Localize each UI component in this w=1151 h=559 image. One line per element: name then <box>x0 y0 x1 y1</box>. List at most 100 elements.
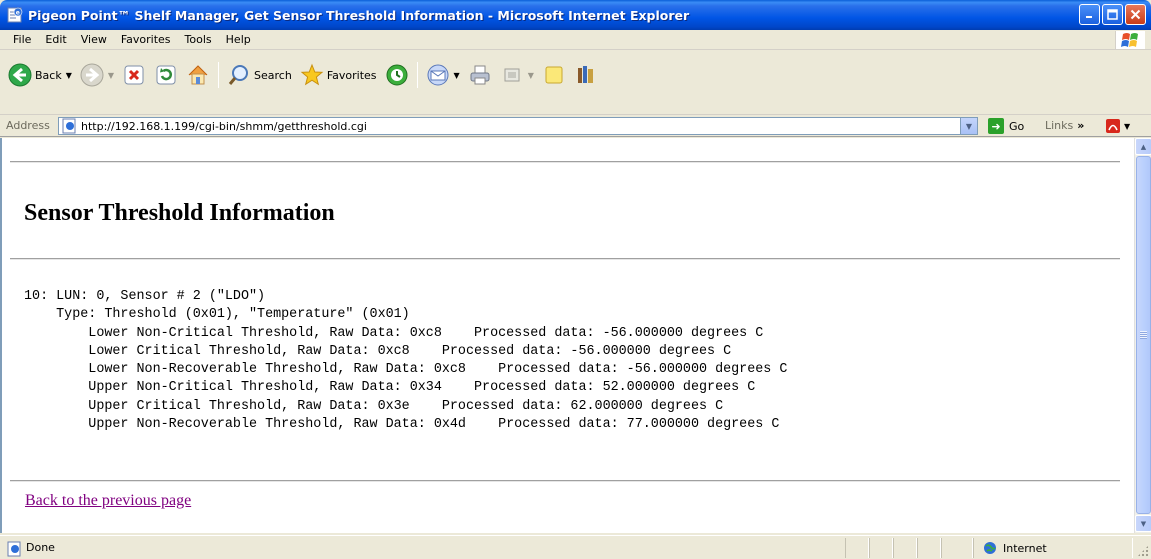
stop-button[interactable] <box>118 60 150 90</box>
threshold-line: Upper Critical Threshold, Raw Data: 0x3e… <box>24 398 724 414</box>
resize-grip-icon[interactable] <box>1137 545 1149 557</box>
status-panel <box>845 538 869 558</box>
address-url: http://192.168.1.199/cgi-bin/shmm/getthr… <box>81 119 367 133</box>
address-input[interactable]: http://192.168.1.199/cgi-bin/shmm/getthr… <box>58 117 978 135</box>
chevron-down-icon[interactable]: ▼ <box>528 71 534 80</box>
back-button[interactable]: Back ▼ <box>4 60 76 90</box>
sensor-type: Type: Threshold (0x01), "Temperature" (0… <box>24 307 410 323</box>
menu-help[interactable]: Help <box>219 33 258 46</box>
menu-file[interactable]: File <box>6 33 38 46</box>
threshold-line: Upper Non-Recoverable Threshold, Raw Dat… <box>24 417 780 433</box>
security-zone: Internet <box>983 541 1047 555</box>
go-arrow-icon: ➜ <box>988 118 1004 134</box>
discuss-button[interactable] <box>538 60 570 90</box>
page-content: Sensor Threshold Information 10: LUN: 0,… <box>0 138 1151 533</box>
scroll-thumb[interactable] <box>1136 156 1151 514</box>
favorites-label: Favorites <box>326 68 377 82</box>
print-button[interactable] <box>464 60 496 90</box>
search-label: Search <box>254 68 292 82</box>
scroll-down-button[interactable]: ▼ <box>1135 515 1151 532</box>
go-button[interactable]: ➜ Go <box>988 118 1024 134</box>
mail-icon <box>427 64 449 86</box>
chevron-down-icon[interactable]: ▼ <box>960 118 977 134</box>
links-label: Links <box>1045 119 1074 132</box>
back-label: Back <box>35 68 62 82</box>
ie-page-icon: e <box>7 7 23 23</box>
window-controls <box>1079 4 1146 25</box>
home-button[interactable] <box>182 60 214 90</box>
edit-page-icon <box>504 68 520 82</box>
refresh-icon <box>156 65 176 85</box>
minimize-button[interactable] <box>1079 4 1100 25</box>
go-label: Go <box>1009 119 1025 133</box>
maximize-button[interactable] <box>1102 4 1123 25</box>
windows-logo-icon <box>1115 31 1145 49</box>
sensor-info: 10: LUN: 0, Sensor # 2 ("LDO") Type: Thr… <box>24 288 787 434</box>
threshold-line: Lower Critical Threshold, Raw Data: 0xc8… <box>24 343 732 359</box>
status-panel <box>941 538 973 558</box>
chevron-down-icon[interactable]: ▼ <box>66 71 72 80</box>
acrobat-icon <box>1106 119 1120 133</box>
status-panel <box>917 538 941 558</box>
search-icon <box>228 65 249 85</box>
chevron-down-icon[interactable]: ▼ <box>108 71 114 80</box>
page-icon <box>7 541 21 557</box>
printer-icon <box>470 65 490 85</box>
page-icon <box>62 118 76 134</box>
vertical-scrollbar[interactable]: ▲ ▼ <box>1134 138 1151 533</box>
note-icon <box>545 66 563 84</box>
close-button[interactable] <box>1125 4 1146 25</box>
mail-button[interactable]: ▼ <box>422 60 464 90</box>
address-label: Address <box>6 119 50 132</box>
horizontal-rule <box>10 258 1120 260</box>
menu-tools[interactable]: Tools <box>178 33 219 46</box>
page-heading: Sensor Threshold Information <box>24 200 335 226</box>
toolbar-separator <box>416 62 418 88</box>
menu-favorites[interactable]: Favorites <box>114 33 178 46</box>
status-panel <box>893 538 917 558</box>
window-title: Pigeon Point™ Shelf Manager, Get Sensor … <box>28 7 690 23</box>
scroll-up-button[interactable]: ▲ <box>1135 138 1151 155</box>
menu-bar: File Edit View Favorites Tools Help <box>0 30 1151 50</box>
threshold-line: Upper Non-Critical Threshold, Raw Data: … <box>24 380 756 396</box>
stop-icon <box>124 65 144 85</box>
forward-arrow-icon <box>80 63 104 87</box>
horizontal-rule <box>10 480 1120 482</box>
address-bar: Address http://192.168.1.199/cgi-bin/shm… <box>0 115 1151 137</box>
svg-text:e: e <box>16 10 20 17</box>
links-button[interactable]: Links » <box>1045 119 1084 132</box>
chevron-down-icon[interactable]: ▼ <box>1124 122 1130 131</box>
acrobat-button[interactable]: ▼ <box>1105 118 1130 134</box>
standard-toolbar: Back ▼ ▼ Search Favorites ▼ ▼ <box>0 51 1151 115</box>
research-book-icon <box>577 66 593 83</box>
history-button[interactable] <box>381 60 413 90</box>
menu-edit[interactable]: Edit <box>38 33 73 46</box>
chevron-down-icon[interactable]: ▼ <box>454 71 460 80</box>
horizontal-rule <box>10 161 1120 163</box>
grip-icon <box>1140 331 1147 339</box>
history-icon <box>386 64 408 86</box>
edit-button[interactable]: ▼ <box>496 60 538 90</box>
document: Sensor Threshold Information 10: LUN: 0,… <box>8 138 1122 533</box>
back-arrow-icon <box>8 63 32 87</box>
forward-button[interactable]: ▼ <box>76 60 118 90</box>
status-panel <box>869 538 893 558</box>
search-button[interactable]: Search <box>223 60 296 90</box>
status-bar: Done Internet <box>0 535 1151 559</box>
threshold-line: Lower Non-Recoverable Threshold, Raw Dat… <box>24 362 788 378</box>
favorites-button[interactable]: Favorites <box>296 60 381 90</box>
status-text: Done <box>26 541 55 554</box>
refresh-button[interactable] <box>150 60 182 90</box>
toolbar-separator <box>218 62 220 88</box>
chevron-right-icon: » <box>1077 119 1085 132</box>
research-button[interactable] <box>570 60 602 90</box>
threshold-line: Lower Non-Critical Threshold, Raw Data: … <box>24 325 764 341</box>
star-icon <box>300 63 324 86</box>
menu-view[interactable]: View <box>74 33 114 46</box>
title-bar: e Pigeon Point™ Shelf Manager, Get Senso… <box>0 0 1151 30</box>
sensor-header: 10: LUN: 0, Sensor # 2 ("LDO") <box>24 289 266 304</box>
home-icon <box>188 65 208 85</box>
globe-icon <box>984 542 996 554</box>
back-to-previous-link[interactable]: Back to the previous page <box>25 492 191 510</box>
ie-window: e Pigeon Point™ Shelf Manager, Get Senso… <box>0 0 1151 559</box>
